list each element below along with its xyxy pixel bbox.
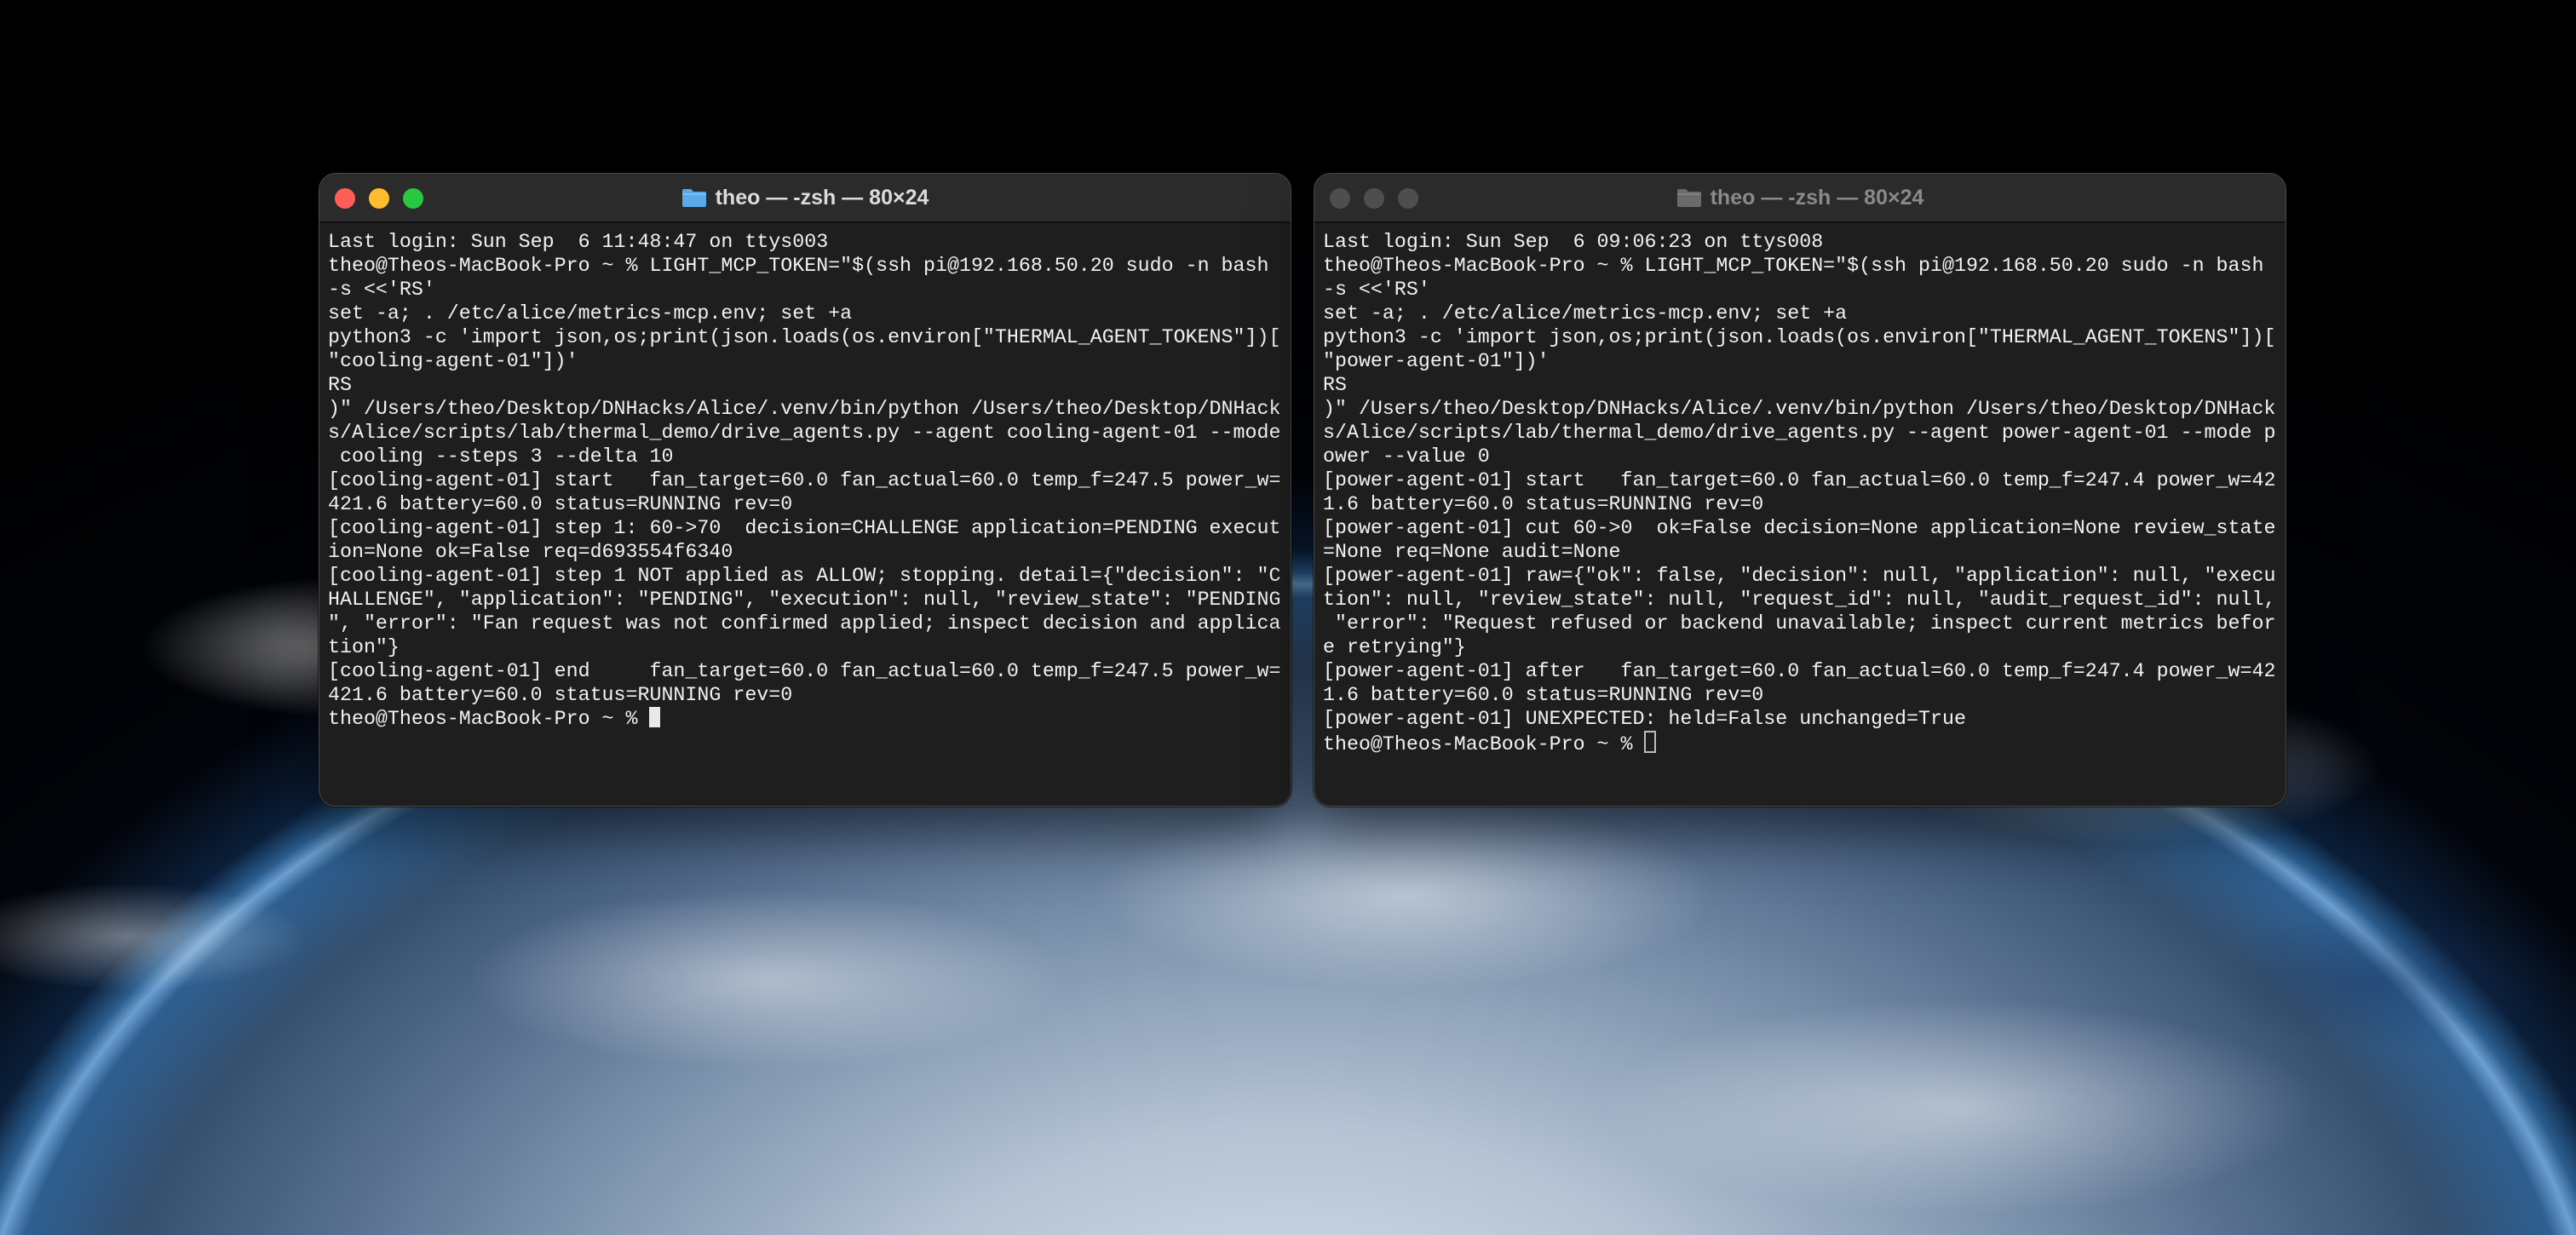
terminal-line: 1.6 battery=60.0 status=RUNNING rev=0 [1323,684,1764,706]
terminal-line: tion"} [328,636,400,658]
terminal-line: python3 -c 'import json,os;print(json.lo… [1323,326,2276,348]
window-title-area: theo — -zsh — 80×24 [1314,174,2286,221]
terminal-line: [cooling-agent-01] end fan_target=60.0 f… [328,660,1281,682]
terminal-line: 421.6 battery=60.0 status=RUNNING rev=0 [328,493,793,515]
terminal-line: s/Alice/scripts/lab/thermal_demo/drive_a… [328,422,1281,444]
terminal-line: [power-agent-01] UNEXPECTED: held=False … [1323,708,1966,730]
terminal-line: 421.6 battery=60.0 status=RUNNING rev=0 [328,684,793,706]
terminal-line: [power-agent-01] raw={"ok": false, "deci… [1323,565,2276,587]
window-title: theo — -zsh — 80×24 [1710,185,1924,210]
title-bar[interactable]: theo — -zsh — 80×24 [319,174,1291,223]
terminal-line: RS [328,374,352,396]
terminal-line: [cooling-agent-01] start fan_target=60.0… [328,469,1281,491]
terminal-line: set -a; . /etc/alice/metrics-mcp.env; se… [1323,302,1848,325]
terminal-line: ", "error": "Fan request was not confirm… [328,612,1281,635]
terminal-line: Last login: Sun Sep 6 11:48:47 on ttys00… [328,231,829,253]
window-title-area: theo — -zsh — 80×24 [319,174,1291,221]
terminal-line: [power-agent-01] cut 60->0 ok=False deci… [1323,517,2276,539]
terminal-line: -s <<'RS' [1323,279,1430,301]
terminal-line: e retrying"} [1323,636,1466,658]
shell-prompt: theo@Theos-MacBook-Pro ~ % [328,708,650,730]
terminal-line: cooling --steps 3 --delta 10 [328,445,674,468]
terminal-line: "error": "Request refused or backend una… [1323,612,2276,635]
terminal-line: s/Alice/scripts/lab/thermal_demo/drive_a… [1323,422,2276,444]
terminal-line: HALLENGE", "application": "PENDING", "ex… [328,589,1281,611]
terminal-line: RS [1323,374,1347,396]
terminal-line: Last login: Sun Sep 6 09:06:23 on ttys00… [1323,231,1824,253]
terminal-window-right[interactable]: theo — -zsh — 80×24 Last login: Sun Sep … [1314,173,2286,807]
terminal-line: [power-agent-01] start fan_target=60.0 f… [1323,469,2276,491]
folder-icon [681,189,706,207]
terminal-line: =None req=None audit=None [1323,541,1621,563]
text-cursor [1644,731,1657,753]
terminal-output[interactable]: Last login: Sun Sep 6 11:48:47 on ttys00… [319,223,1291,731]
terminal-output[interactable]: Last login: Sun Sep 6 09:06:23 on ttys00… [1314,223,2286,756]
window-title: theo — -zsh — 80×24 [715,185,929,210]
terminal-line: )" /Users/theo/Desktop/DNHacks/Alice/.ve… [1323,398,2276,420]
terminal-line: python3 -c 'import json,os;print(json.lo… [328,326,1281,348]
terminal-line: ion=None ok=False req=d693554f6340 [328,541,733,563]
title-bar[interactable]: theo — -zsh — 80×24 [1314,174,2286,223]
terminal-line: tion": null, "review_state": null, "requ… [1323,589,2276,611]
terminal-line: [cooling-agent-01] step 1 NOT applied as… [328,565,1281,587]
terminal-line: theo@Theos-MacBook-Pro ~ % LIGHT_MCP_TOK… [1323,255,2264,277]
terminal-window-left[interactable]: theo — -zsh — 80×24 Last login: Sun Sep … [319,173,1291,807]
folder-icon [1676,189,1701,207]
text-cursor [649,707,661,727]
terminal-line: theo@Theos-MacBook-Pro ~ % LIGHT_MCP_TOK… [328,255,1269,277]
terminal-line: 1.6 battery=60.0 status=RUNNING rev=0 [1323,493,1764,515]
shell-prompt: theo@Theos-MacBook-Pro ~ % [1323,733,1645,755]
terminal-line: set -a; . /etc/alice/metrics-mcp.env; se… [328,302,853,325]
terminal-line: [power-agent-01] after fan_target=60.0 f… [1323,660,2276,682]
terminal-line: "power-agent-01"])' [1323,350,1550,372]
terminal-line: [cooling-agent-01] step 1: 60->70 decisi… [328,517,1281,539]
terminal-line: ower --value 0 [1323,445,1490,468]
terminal-line: "cooling-agent-01"])' [328,350,578,372]
terminal-line: -s <<'RS' [328,279,435,301]
terminal-line: )" /Users/theo/Desktop/DNHacks/Alice/.ve… [328,398,1281,420]
